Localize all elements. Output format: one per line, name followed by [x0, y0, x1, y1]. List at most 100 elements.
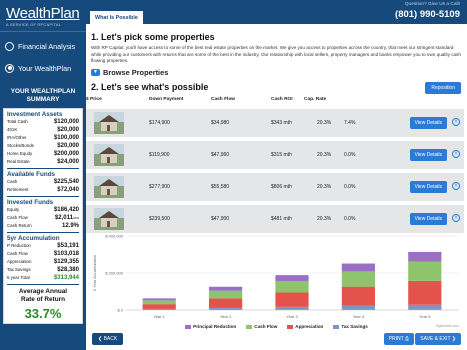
- bar-segment: [275, 306, 309, 310]
- property-photo[interactable]: [94, 207, 124, 230]
- legend-item[interactable]: Principal Reduction: [185, 324, 236, 329]
- summary-row: IRA/Other $100,000: [7, 134, 79, 142]
- remove-property-icon[interactable]: ×: [452, 149, 460, 158]
- section-heading: Available Funds: [7, 171, 56, 178]
- legend-label: Appreciation: [295, 324, 324, 329]
- row-label: Cash: [7, 179, 18, 184]
- brand-logo[interactable]: WealthPlan A SERVICE OF RPCAPITAL: [0, 0, 86, 32]
- nav-label: Financial Analysis: [18, 41, 76, 51]
- investment-assets-section: Investment Assets Total Cash $120,000 401K…: [7, 111, 79, 169]
- row-label: Cash Flow: [7, 251, 28, 256]
- view-details-button[interactable]: View Details: [409, 180, 447, 193]
- row-label: Cash Flow: [7, 215, 28, 220]
- bar-segment: [275, 281, 309, 293]
- cash-roi-value: $315 mth: [271, 151, 292, 158]
- step1-heading: 1. Let's pick some properties: [91, 32, 215, 42]
- rate-extra-value: 0.0%: [344, 215, 356, 222]
- print-button[interactable]: PRINT ⎙: [383, 333, 414, 345]
- bar-segment: [142, 304, 176, 309]
- legend-item[interactable]: Tax Savings: [333, 324, 368, 329]
- bar-segment: [142, 300, 176, 305]
- nav-your-wealthplan[interactable]: Your WealthPlan: [0, 57, 86, 79]
- down-payment-value: $119,900: [149, 151, 170, 158]
- legend-swatch: [333, 324, 340, 329]
- legend-label: Cash Flow: [254, 324, 278, 329]
- bar-segment: [408, 251, 442, 262]
- chart-svg: $ 0 $ 200,000 $ 400,000 5 Year Accumulation…: [92, 234, 458, 319]
- property-photo[interactable]: [94, 175, 124, 198]
- section-heading: 5yr Accumulation: [7, 235, 60, 242]
- bar-segment: [341, 271, 375, 287]
- save-exit-button[interactable]: SAVE & EXIT ❯: [415, 333, 461, 345]
- row-value: $313,944: [53, 275, 79, 281]
- property-photo[interactable]: [94, 111, 124, 134]
- summary-row: Cash Flow $103,018: [7, 250, 79, 258]
- remove-property-icon[interactable]: ×: [452, 213, 460, 222]
- summary-row: 401K $20,000: [7, 126, 79, 134]
- summary-row: Cash Flow $2,011/mo: [7, 214, 79, 222]
- chart-credit: Highcharts.com: [435, 324, 459, 328]
- call-prompt: Question? Give Us a Call!: [404, 2, 460, 7]
- cash-roi-value: $806 mth: [271, 183, 292, 190]
- cap-rate-value: 20.3%: [317, 215, 332, 222]
- legend-label: Tax Savings: [341, 324, 368, 329]
- row-value: $120,000: [53, 119, 79, 125]
- row-label: 5 year Total: [7, 275, 30, 280]
- browse-properties-toggle[interactable]: ▼ Browse Properties: [91, 68, 467, 77]
- rate-extra-value: 0.0%: [344, 183, 356, 190]
- cash-roi-value: $343 mth: [271, 119, 292, 126]
- brand-name: WealthPlan: [6, 5, 80, 22]
- col-cash-roi: Cash ROI: [271, 96, 293, 102]
- remove-property-icon[interactable]: ×: [452, 181, 460, 190]
- view-details-button[interactable]: View Details: [409, 212, 447, 225]
- tab-what-is-possible[interactable]: What Is Possible: [90, 11, 143, 24]
- row-label: Real Estate: [7, 159, 30, 164]
- legend-item[interactable]: Cash Flow: [246, 324, 277, 329]
- row-value: 12.9%: [61, 223, 79, 229]
- property-row: $239,500 $47,900 $481 mth 20.3% 0.0% View Det…: [86, 204, 464, 233]
- row-value: $28,380: [57, 267, 79, 273]
- row-value: $72,040: [57, 187, 79, 193]
- down-payment-value: $174,900: [149, 119, 170, 126]
- main-content: 1. Let's pick some properties With RP Ca…: [86, 24, 467, 350]
- x-tick-label: Year 3: [286, 314, 298, 319]
- available-funds-section: Available Funds Cash $225,540 Retirement $7…: [7, 171, 79, 197]
- bar-segment: [275, 292, 309, 307]
- view-details-button[interactable]: View Details: [409, 116, 447, 129]
- accumulation-section: 5yr Accumulation P Reduction $53,191 Cash …: [7, 235, 79, 285]
- summary-row: Retirement $72,040: [7, 186, 79, 194]
- phone-number[interactable]: (801) 990-5109: [395, 9, 460, 20]
- view-details-button[interactable]: View Details: [409, 148, 447, 161]
- cash-flow-value: $47,900: [211, 215, 230, 222]
- legend-swatch: [246, 324, 253, 329]
- cash-flow-value: $47,960: [211, 151, 230, 158]
- back-button[interactable]: ❮ BACK: [92, 333, 124, 345]
- reposition-button[interactable]: Reposition: [425, 81, 461, 94]
- row-value: $20,000: [57, 127, 79, 133]
- bar-segment: [209, 286, 243, 291]
- y-axis-label: 5 Year Accumulation: [92, 255, 97, 291]
- summary-row: Stocks/Bonds $20,000: [7, 142, 79, 150]
- bar-segment: [209, 298, 243, 308]
- cash-flow-value: $55,580: [211, 183, 230, 190]
- summary-row: Tax Savings $28,380: [7, 266, 79, 274]
- accumulation-chart: $ 0 $ 200,000 $ 400,000 5 Year Accumulation…: [86, 230, 467, 326]
- legend-swatch: [185, 324, 192, 329]
- col-down-payment: Down Payment: [149, 96, 184, 102]
- bar-segment: [408, 280, 442, 305]
- summary-row: Cash Return 12.9%: [7, 222, 79, 230]
- nav-financial-analysis[interactable]: Financial Analysis: [0, 35, 86, 57]
- down-payment-value: $239,500: [149, 215, 170, 222]
- bar-segment: [275, 275, 309, 282]
- col-cap-rate: Cap. Rate: [304, 96, 327, 102]
- x-tick-label: Year 5: [419, 314, 431, 319]
- legend-item[interactable]: Appreciation: [287, 324, 323, 329]
- row-value: $20,000: [57, 143, 79, 149]
- cap-rate-value: 20.3%: [317, 183, 332, 190]
- bar-segment: [408, 304, 442, 310]
- x-tick-label: Year 1: [153, 314, 165, 319]
- remove-property-icon[interactable]: ×: [452, 117, 460, 126]
- cash-roi-value: $481 mth: [271, 215, 292, 222]
- property-photo[interactable]: [94, 143, 124, 166]
- row-value: $225,540: [53, 179, 79, 185]
